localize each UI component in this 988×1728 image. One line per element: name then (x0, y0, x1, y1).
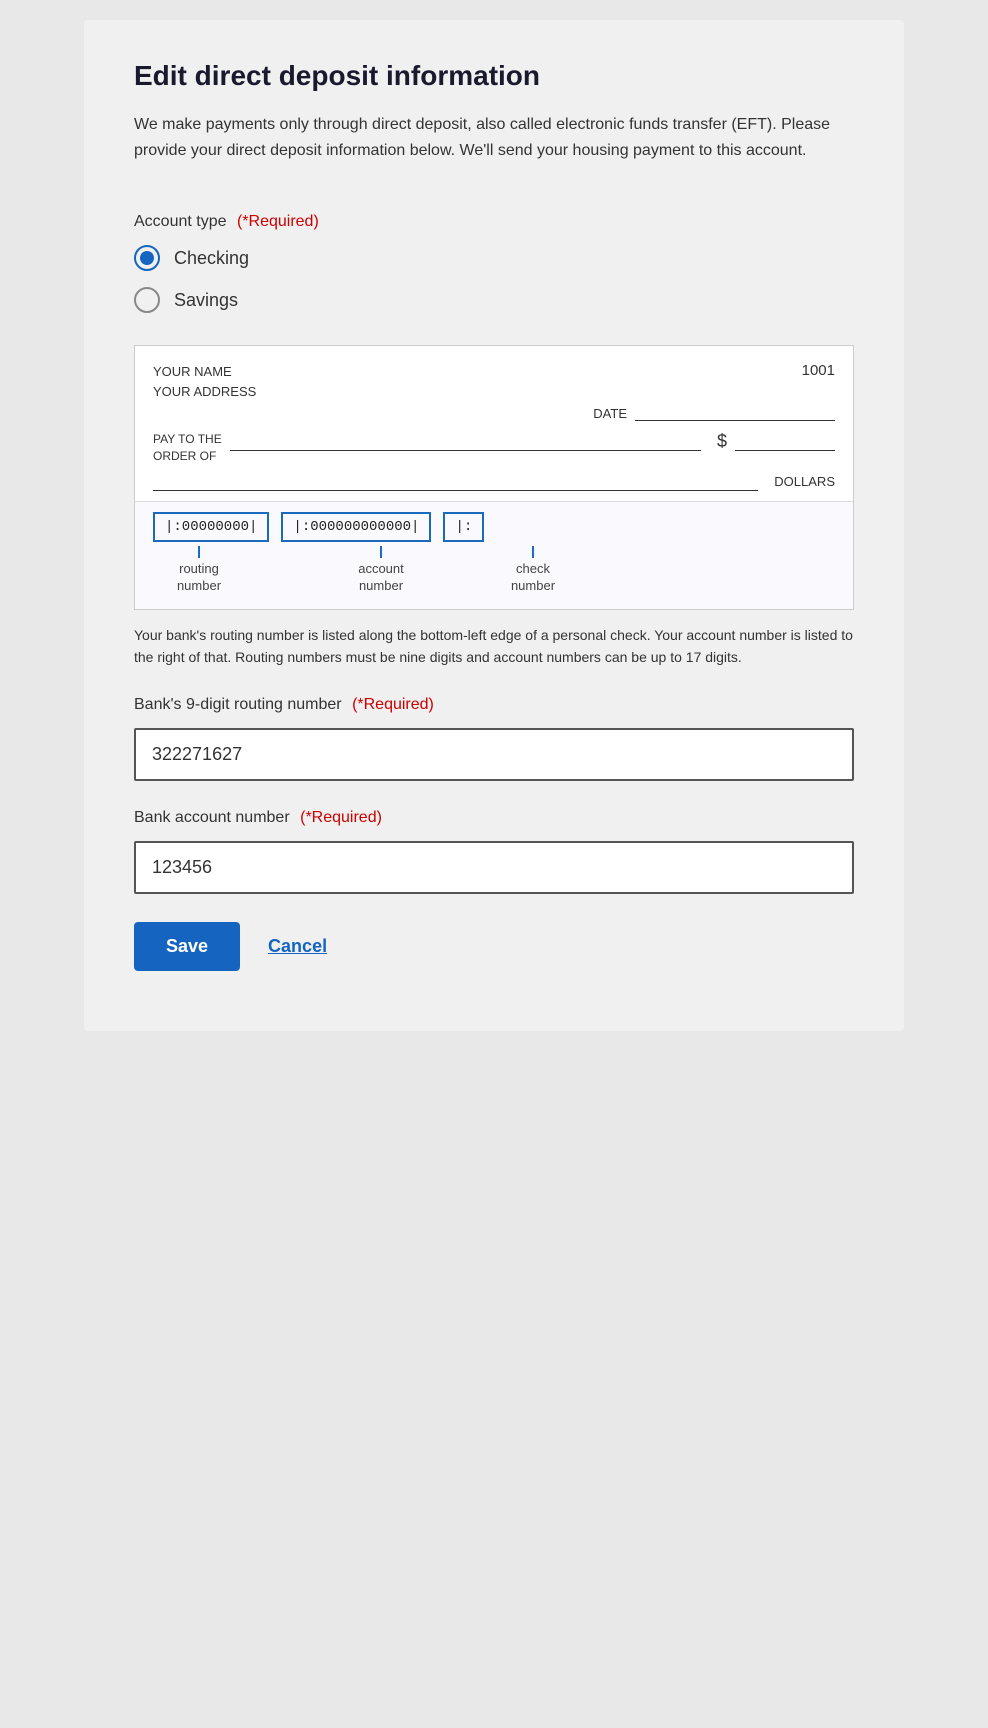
dollars-long-line (153, 473, 758, 491)
radio-checking[interactable]: Checking (134, 245, 854, 271)
account-number-input[interactable] (134, 841, 854, 894)
check-name-address: YOUR NAME YOUR ADDRESS (153, 362, 256, 401)
radio-savings-circle[interactable] (134, 287, 160, 313)
account-type-label: Account type (*Required) (134, 213, 854, 231)
check-header-row: YOUR NAME YOUR ADDRESS 1001 (153, 362, 835, 401)
micr-routing: |:00000000| (153, 512, 269, 542)
check-inner: YOUR NAME YOUR ADDRESS 1001 DATE PAY TO … (135, 346, 853, 501)
radio-checking-label: Checking (174, 248, 249, 269)
check-pay-row: PAY TO THEORDER OF $ (153, 431, 835, 465)
check-connector (532, 546, 534, 558)
check-bottom-section: |:00000000| |:000000000000| |: routingnu… (135, 501, 853, 609)
routing-number-label-text: Bank's 9-digit routing number (*Required… (134, 696, 854, 714)
account-required: (*Required) (300, 809, 382, 826)
dollars-label: DOLLARS (774, 474, 835, 489)
radio-checking-circle[interactable] (134, 245, 160, 271)
radio-savings-label: Savings (174, 290, 238, 311)
dollar-amount-line (735, 431, 835, 451)
page-description: We make payments only through direct dep… (134, 112, 854, 163)
radio-savings[interactable]: Savings (134, 287, 854, 313)
account-type-field: Account type (*Required) Checking Saving… (134, 213, 854, 313)
check-number-label: checknumber (511, 561, 555, 595)
micr-check: |: (443, 512, 484, 542)
account-number-label-text: Bank account number (*Required) (134, 809, 854, 827)
routing-connector (198, 546, 200, 558)
cancel-button[interactable]: Cancel (268, 936, 327, 957)
account-label-col: accountnumber (341, 546, 421, 595)
account-type-radio-group: Checking Savings (134, 245, 854, 313)
check-date-label: DATE (593, 406, 627, 421)
save-button[interactable]: Save (134, 922, 240, 971)
check-label-col: checknumber (493, 546, 573, 595)
check-number-display: 1001 (802, 362, 835, 379)
account-number-label: accountnumber (358, 561, 404, 595)
page-container: Edit direct deposit information We make … (84, 20, 904, 1031)
account-type-required: (*Required) (237, 213, 319, 230)
routing-number-label: routingnumber (177, 561, 221, 595)
routing-number-field: Bank's 9-digit routing number (*Required… (134, 696, 854, 781)
routing-label-col: routingnumber (159, 546, 239, 595)
pay-to-line (230, 431, 701, 451)
account-number-field: Bank account number (*Required) (134, 809, 854, 894)
check-name: YOUR NAME (153, 362, 256, 382)
account-connector (380, 546, 382, 558)
micr-labels-row: routingnumber accountnumber checknumber (153, 542, 835, 609)
dollars-row: DOLLARS (153, 473, 835, 491)
micr-account: |:000000000000| (281, 512, 431, 542)
pay-to-label: PAY TO THEORDER OF (153, 431, 222, 465)
check-date-line (635, 405, 835, 421)
check-address: YOUR ADDRESS (153, 382, 256, 402)
check-info-text: Your bank's routing number is listed alo… (134, 624, 854, 669)
button-row: Save Cancel (134, 922, 854, 971)
routing-number-input[interactable] (134, 728, 854, 781)
page-title: Edit direct deposit information (134, 60, 854, 92)
routing-required: (*Required) (352, 696, 434, 713)
micr-row: |:00000000| |:000000000000| |: (153, 512, 835, 542)
dollar-sign: $ (717, 431, 727, 452)
check-diagram: YOUR NAME YOUR ADDRESS 1001 DATE PAY TO … (134, 345, 854, 609)
check-date-row: DATE (153, 405, 835, 421)
